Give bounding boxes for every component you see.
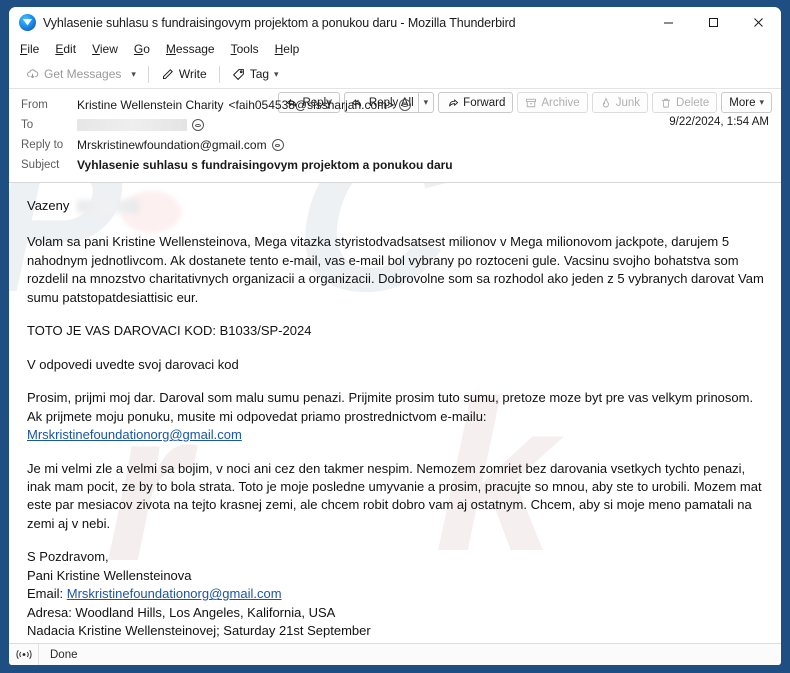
tag-button[interactable]: Tag ▾ [227, 65, 284, 83]
signature-foundation: Nadacia Kristine Wellensteinovej; Saturd… [27, 623, 371, 639]
tag-chevron-down-icon: ▾ [274, 68, 279, 79]
body-paragraph-5: Je mi velmi zle a velmi sa bojim, v noci… [27, 460, 762, 531]
toolbar-separator-1 [147, 65, 149, 83]
message-timestamp: 9/22/2024, 1:54 AM [669, 116, 769, 128]
main-toolbar: Get Messages ▾ Write Tag ▾ [9, 60, 781, 89]
body-paragraph-1: Volam sa pani Kristine Wellensteinova, M… [27, 234, 764, 305]
subject-row: Subject Vyhlasenie suhlasu s fundraising… [9, 155, 781, 175]
signature-signoff: S Pozdravom, [27, 549, 109, 565]
signature-email-line: Email: Mrskristinefoundationorg@gmail.co… [27, 585, 765, 603]
menu-bar: File Edit View Go Message Tools Help [9, 38, 781, 60]
maximize-icon[interactable] [691, 7, 736, 38]
status-bar: Done [9, 643, 781, 665]
from-label: From [21, 99, 48, 111]
reply-to-value[interactable]: Mrskristinewfoundation@gmail.com [77, 138, 284, 152]
tag-label: Tag [249, 67, 270, 81]
to-value[interactable] [77, 119, 204, 131]
write-label: Write [178, 67, 207, 81]
app-root: Vyhlasenie suhlasu s fundraisingovym pro… [0, 0, 790, 673]
menu-edit[interactable]: Edit [55, 42, 76, 56]
body-paragraph-4: Prosim, prijmi moj dar. Daroval som malu… [27, 389, 765, 444]
get-messages-button[interactable]: Get Messages [21, 65, 126, 83]
to-row: To [9, 115, 781, 135]
subject-label: Subject [21, 159, 60, 171]
from-row: From Kristine Wellenstein Charity <faih0… [9, 95, 781, 115]
title-bar: Vyhlasenie suhlasu s fundraisingovym pro… [9, 7, 781, 38]
signature-name: Pani Kristine Wellensteinova [27, 567, 192, 583]
from-address: <faih054538@sissharjah.com> [228, 98, 395, 112]
reply-to-address: Mrskristinewfoundation@gmail.com [77, 138, 267, 152]
tag-icon [232, 68, 245, 81]
from-value[interactable]: Kristine Wellenstein Charity <faih054538… [77, 98, 412, 112]
toolbar-separator-2 [218, 65, 220, 83]
connection-status-icon[interactable] [9, 644, 39, 665]
menu-go-rest: o [143, 42, 150, 56]
body-paragraph-3: V odpovedi uvedte svoj darovaci kod [27, 356, 239, 372]
chevron-down-icon: ▾ [131, 68, 136, 79]
menu-view-rest: iew [99, 42, 118, 56]
menu-edit-rest: dit [63, 42, 77, 56]
get-messages-dropdown[interactable]: ▾ [126, 67, 141, 82]
email-link-2[interactable]: Mrskristinefoundationorg@gmail.com [67, 586, 282, 601]
minimize-icon[interactable] [646, 7, 691, 38]
menu-message[interactable]: Message [166, 42, 215, 56]
thunderbird-logo-icon [19, 14, 36, 31]
thunderbird-window: Vyhlasenie suhlasu s fundraisingovym pro… [9, 7, 781, 665]
menu-message-rest: essage [175, 42, 215, 56]
menu-go[interactable]: Go [134, 42, 150, 56]
greeting-text: Vazeny [27, 198, 70, 213]
signature-address: Adresa: Woodland Hills, Los Angeles, Kal… [27, 604, 336, 620]
window-controls [646, 7, 781, 38]
contact-info-icon[interactable] [399, 99, 412, 111]
from-name: Kristine Wellenstein Charity [77, 98, 224, 112]
download-cloud-icon [26, 68, 39, 81]
menu-tools-rest: ools [236, 42, 259, 56]
message-body-content: Vazeny Volam sa pani Kristine Wellenstei… [9, 183, 781, 641]
message-body-pane: P C r k Vazeny Volam sa pani Kristine We… [9, 183, 781, 643]
message-header: Reply Reply All ▾ Forward Archive Junk D… [9, 89, 781, 183]
reply-to-label: Reply to [21, 139, 64, 151]
menu-help[interactable]: Help [275, 42, 300, 56]
menu-tools[interactable]: Tools [231, 42, 259, 56]
body-paragraph-4-text: Prosim, prijmi moj dar. Daroval som malu… [27, 390, 754, 424]
menu-view[interactable]: View [92, 42, 118, 56]
to-label: To [21, 119, 34, 131]
email-link-1[interactable]: Mrskristinefoundationorg@gmail.com [27, 427, 242, 442]
greeting-line: Vazeny [27, 197, 765, 215]
menu-file-rest: ile [27, 42, 40, 56]
close-icon[interactable] [736, 7, 781, 38]
status-text: Done [50, 648, 78, 661]
contact-info-icon[interactable] [271, 139, 284, 151]
signature-email-label: Email: [27, 586, 64, 602]
get-messages-label: Get Messages [44, 67, 122, 81]
contact-info-icon[interactable] [192, 119, 204, 131]
signature-block: S Pozdravom, Pani Kristine Wellensteinov… [27, 548, 765, 640]
pencil-icon [161, 68, 174, 81]
menu-help-rest: elp [283, 42, 300, 56]
window-title: Vyhlasenie suhlasu s fundraisingovym pro… [43, 15, 516, 30]
reply-to-row: Reply to Mrskristinewfoundation@gmail.co… [9, 135, 781, 155]
to-redacted-recipient [77, 119, 187, 131]
subject-value: Vyhlasenie suhlasu s fundraisingovym pro… [77, 158, 453, 172]
greeting-redacted-name [77, 199, 140, 213]
menu-file[interactable]: File [20, 42, 39, 56]
write-button[interactable]: Write [156, 65, 212, 83]
body-paragraph-2-donation-code: TOTO JE VAS DAROVACI KOD: B1033/SP-2024 [27, 323, 312, 339]
